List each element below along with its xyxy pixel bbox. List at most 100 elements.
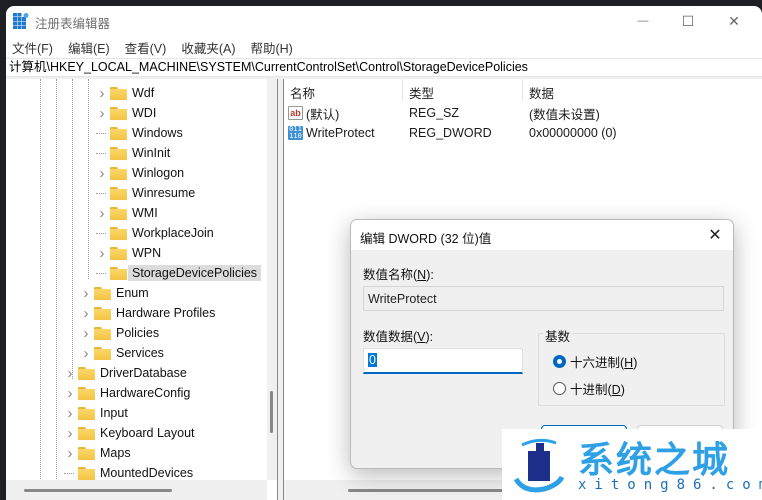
tree-node-label: DriverDatabase	[100, 366, 187, 380]
tree-guide-line	[88, 79, 89, 279]
decimal-radio-button[interactable]	[553, 382, 566, 395]
folder-icon	[110, 266, 127, 280]
value-name: (默认)	[306, 107, 340, 122]
column-type[interactable]: 类型	[403, 79, 523, 101]
tree-horizontal-scroll-thumb[interactable]	[24, 489, 172, 492]
close-button[interactable]: ✕	[711, 6, 757, 36]
expand-chevron-icon[interactable]: ›	[64, 405, 76, 422]
column-data[interactable]: 数据	[523, 79, 723, 101]
tree-node-label: WPN	[132, 246, 162, 260]
folder-icon	[94, 346, 111, 360]
tree-node-label: MountedDevices	[100, 466, 194, 480]
expand-chevron-icon[interactable]: ›	[96, 85, 108, 102]
base-legend: 基数	[543, 326, 573, 345]
expand-chevron-icon[interactable]: ›	[96, 165, 108, 182]
expand-chevron-icon[interactable]: ›	[80, 285, 92, 302]
tree-node-label: Winlogon	[132, 166, 185, 180]
tree-horizontal-scrollbar[interactable]	[6, 480, 267, 500]
tree-node[interactable]: › Hardware Profiles	[80, 303, 216, 323]
value-row[interactable]: ab (默认) REG_SZ (数值未设置)	[284, 103, 762, 123]
tree-connector	[96, 232, 106, 234]
value-data: (数值未设置)	[529, 107, 600, 122]
tree-node[interactable]: › WDI	[96, 103, 157, 123]
hex-radio-option[interactable]: 十六进制(H)	[553, 352, 637, 371]
dialog-title: 编辑 DWORD (32 位)值	[360, 232, 492, 246]
tree-node-label: Winresume	[132, 186, 196, 200]
tree-node[interactable]: Windows	[96, 123, 183, 143]
expand-chevron-icon[interactable]: ›	[64, 385, 76, 402]
tree-vertical-scrollbar[interactable]	[267, 79, 277, 480]
tree-connector	[96, 152, 106, 154]
tree-node-label: WMI	[132, 206, 158, 220]
tree-node[interactable]: › DriverDatabase	[64, 363, 187, 383]
close-icon: ✕	[708, 227, 722, 244]
tree-node-label: StorageDevicePolicies	[128, 265, 262, 281]
tree-connector	[96, 132, 106, 134]
tree-node[interactable]: WinInit	[96, 143, 170, 163]
expand-chevron-icon[interactable]: ›	[96, 245, 108, 262]
menu-file[interactable]: 文件(F)	[6, 36, 59, 58]
tree-vertical-scroll-thumb[interactable]	[270, 391, 273, 433]
column-name[interactable]: 名称	[284, 79, 403, 101]
folder-icon	[78, 406, 95, 420]
tree-node[interactable]: › Policies	[80, 323, 160, 343]
minimize-button[interactable]: —	[620, 6, 666, 36]
value-type: REG_SZ	[409, 106, 460, 120]
tree-node-label: HardwareConfig	[100, 386, 191, 400]
expand-chevron-icon[interactable]: ›	[64, 445, 76, 462]
value-data-input[interactable]: 0	[363, 348, 523, 374]
tree-node[interactable]: › Services	[80, 343, 164, 363]
menu-bar: 文件(F) 编辑(E) 查看(V) 收藏夹(A) 帮助(H)	[6, 36, 762, 58]
tree-node[interactable]: › HardwareConfig	[64, 383, 191, 403]
tree-node-label: Windows	[132, 126, 183, 140]
value-name-field: WriteProtect	[363, 286, 724, 311]
tree-node[interactable]: › Keyboard Layout	[64, 423, 195, 443]
expand-chevron-icon[interactable]: ›	[96, 205, 108, 222]
tree-node[interactable]: › Wdf	[96, 83, 155, 103]
binary-value-icon: 011 110	[288, 125, 303, 140]
folder-icon	[78, 446, 95, 460]
folder-icon	[110, 206, 127, 220]
tree-node[interactable]: › Winlogon	[96, 163, 185, 183]
decimal-radio-label: 十进制(D)	[570, 383, 625, 397]
menu-view[interactable]: 查看(V)	[119, 36, 173, 58]
menu-favorites[interactable]: 收藏夹(A)	[175, 36, 241, 58]
menu-edit[interactable]: 编辑(E)	[62, 36, 116, 58]
dialog-title-bar: 编辑 DWORD (32 位)值 ✕	[351, 220, 733, 250]
tree-node-label: Hardware Profiles	[116, 306, 216, 320]
tree-node-label: Input	[100, 406, 128, 420]
tree-node[interactable]: › Enum	[80, 283, 149, 303]
tree-guide-line	[56, 79, 57, 479]
tree-node[interactable]: › WMI	[96, 203, 158, 223]
value-data: 0x00000000 (0)	[529, 126, 617, 140]
tree-node[interactable]: Winresume	[96, 183, 195, 203]
expand-chevron-icon[interactable]: ›	[64, 425, 76, 442]
watermark-url: xitong86.com	[578, 477, 762, 493]
tree-node[interactable]: StorageDevicePolicies	[96, 263, 262, 283]
folder-icon	[94, 326, 111, 340]
tree-node[interactable]: › Input	[64, 403, 128, 423]
tree-node-label: WinInit	[132, 146, 171, 160]
tree-node[interactable]: WorkplaceJoin	[96, 223, 214, 243]
decimal-radio-option[interactable]: 十进制(D)	[553, 379, 625, 398]
maximize-button[interactable]: ☐	[665, 6, 711, 36]
folder-icon	[78, 466, 95, 480]
tree-node[interactable]: › WPN	[96, 243, 162, 263]
dialog-close-button[interactable]: ✕	[703, 223, 727, 247]
expand-chevron-icon[interactable]: ›	[80, 325, 92, 342]
menu-help[interactable]: 帮助(H)	[244, 36, 298, 58]
title-bar: 注册表编辑器 — ☐ ✕	[6, 6, 762, 36]
watermark-text: 系统之城	[578, 440, 731, 481]
expand-chevron-icon[interactable]: ›	[96, 105, 108, 122]
expand-chevron-icon[interactable]: ›	[80, 305, 92, 322]
folder-icon	[94, 306, 111, 320]
address-bar[interactable]: 计算机\HKEY_LOCAL_MACHINE\SYSTEM\CurrentCon…	[6, 58, 762, 77]
expand-chevron-icon[interactable]: ›	[64, 365, 76, 382]
expand-chevron-icon[interactable]: ›	[80, 345, 92, 362]
tree-node[interactable]: › Maps	[64, 443, 131, 463]
folder-icon	[110, 126, 127, 140]
tree-guide-line	[72, 79, 73, 379]
folder-icon	[78, 426, 95, 440]
value-row[interactable]: 011 110 WriteProtect REG_DWORD 0x00000000…	[284, 123, 762, 143]
hex-radio-button[interactable]	[553, 355, 566, 368]
